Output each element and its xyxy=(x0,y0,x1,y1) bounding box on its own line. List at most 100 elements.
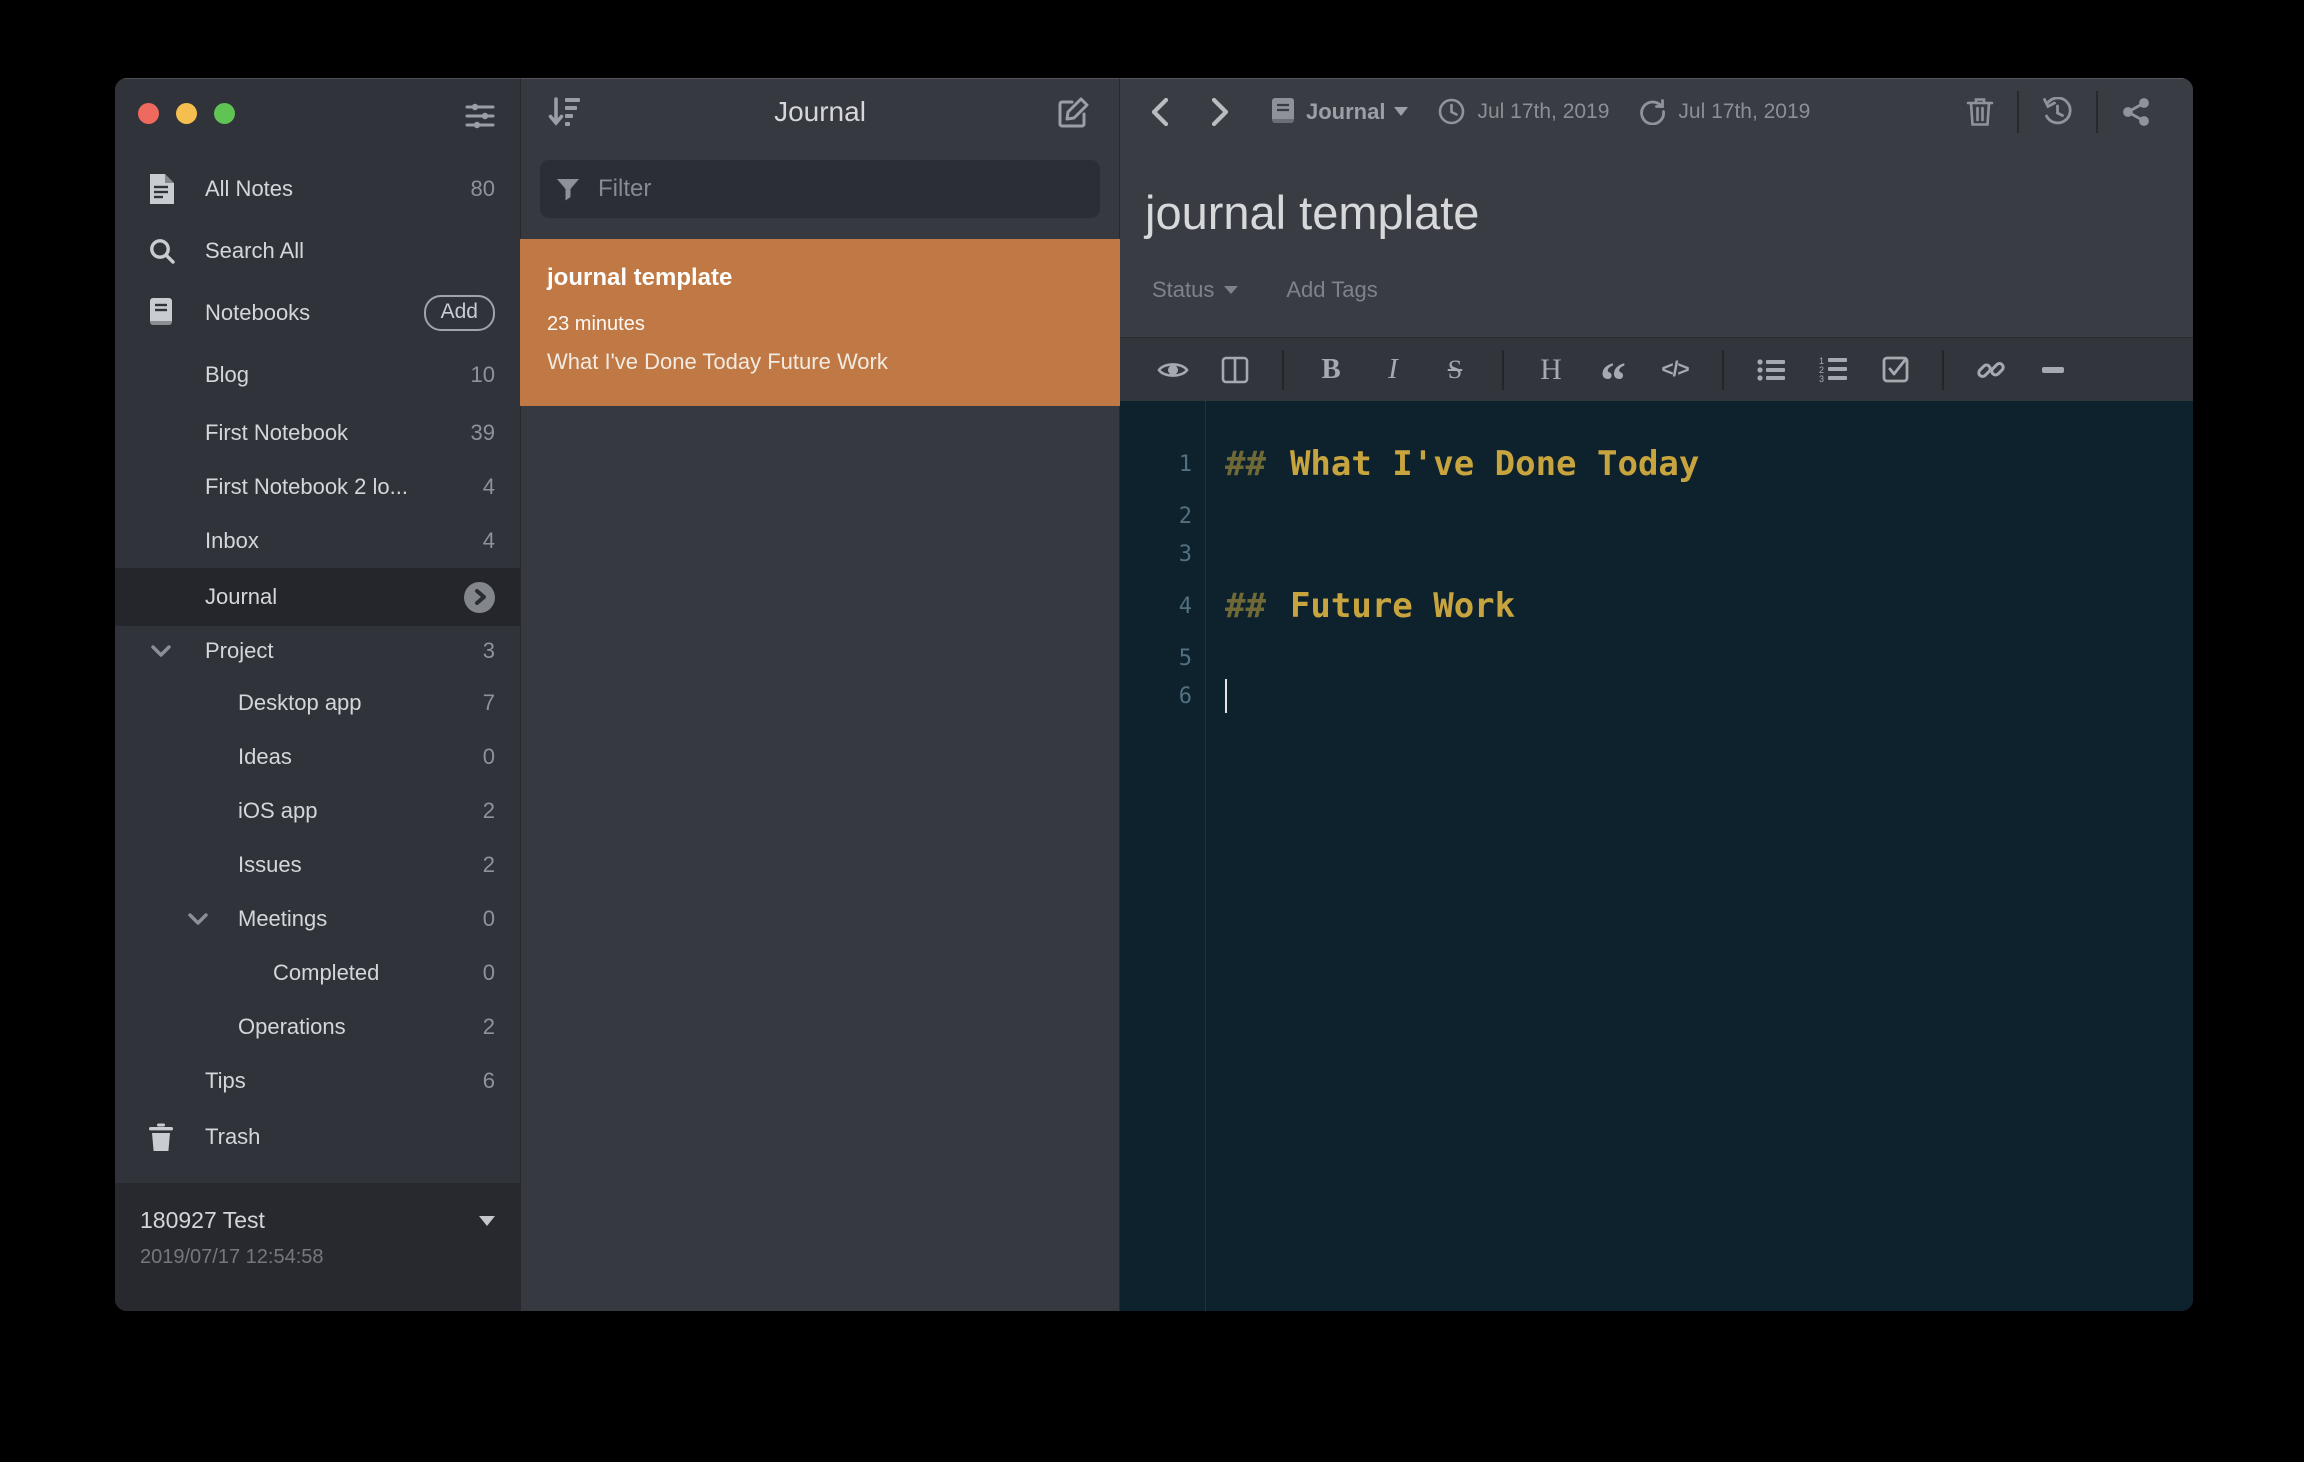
sidebar-item-label: Tips xyxy=(205,1068,246,1093)
code-icon[interactable]: </> xyxy=(1658,358,1692,382)
sidebar-item-project[interactable]: Project 3 xyxy=(115,626,520,676)
note-icon xyxy=(148,174,174,204)
sidebar-item-blog[interactable]: Blog 10 xyxy=(115,344,520,406)
editor-line[interactable]: 1 ## What I've Done Today xyxy=(1120,431,2193,497)
sidebar-item-label: Completed xyxy=(273,960,380,985)
line-number: 6 xyxy=(1178,683,1192,709)
sidebar-item-issues[interactable]: Issues 2 xyxy=(115,838,520,892)
line-number: 1 xyxy=(1178,451,1192,477)
hr-icon[interactable] xyxy=(2036,366,2070,373)
sidebar-item-count: 2 xyxy=(482,1014,495,1039)
sidebar-item-label: Meetings xyxy=(238,906,328,931)
chevron-right-icon xyxy=(464,581,495,613)
note-title-field[interactable]: journal template xyxy=(1145,185,2193,241)
back-icon[interactable] xyxy=(1150,97,1170,127)
notebook-icon xyxy=(1270,97,1296,126)
sidebar-item-label: Trash xyxy=(205,1124,261,1149)
search-icon xyxy=(148,237,176,265)
history-icon[interactable] xyxy=(2042,96,2073,127)
status-dropdown[interactable]: Status xyxy=(1152,277,1239,303)
sort-descending-icon[interactable] xyxy=(548,95,582,129)
sidebar-item-count: 0 xyxy=(482,744,495,769)
share-icon[interactable] xyxy=(2121,97,2151,127)
note-item-preview: What I've Done Today Future Work xyxy=(547,349,888,374)
compose-icon[interactable] xyxy=(1056,94,1092,130)
sidebar-item-count: 2 xyxy=(482,852,495,877)
sidebar-item-label: Notebooks xyxy=(205,300,311,325)
add-notebook-button[interactable]: Add xyxy=(423,295,495,331)
note-item-updated: 23 minutes xyxy=(547,313,645,335)
sidebar-item-label: Inbox xyxy=(205,528,259,553)
editor-line[interactable]: 2 xyxy=(1120,497,2193,535)
chevron-down-icon[interactable] xyxy=(188,912,208,926)
editor-panel: Journal Jul 17th, 2019 Jul 17th, 2019 jo… xyxy=(1120,78,2193,1311)
sidebar-settings-icon[interactable] xyxy=(464,101,496,131)
sidebar-item-operations[interactable]: Operations 2 xyxy=(115,1000,520,1054)
zoom-window-button[interactable] xyxy=(214,103,235,124)
sidebar-item-label: Issues xyxy=(238,852,302,877)
editor-line[interactable]: 3 xyxy=(1120,535,2193,573)
close-window-button[interactable] xyxy=(138,103,159,124)
sidebar-item-count: 6 xyxy=(482,1068,495,1093)
sidebar-item-label: iOS app xyxy=(238,798,318,823)
editor-line[interactable]: 5 xyxy=(1120,639,2193,677)
link-icon[interactable] xyxy=(1974,356,2008,384)
filter-input[interactable] xyxy=(596,174,1084,204)
heading-text: What I've Done Today xyxy=(1289,444,1700,484)
trash-outline-icon[interactable] xyxy=(1966,97,1994,127)
sidebar-item-count: 0 xyxy=(482,906,495,931)
sidebar-item-ios-app[interactable]: iOS app 2 xyxy=(115,784,520,838)
columns-icon[interactable] xyxy=(1218,356,1252,384)
italic-icon[interactable]: I xyxy=(1376,353,1410,386)
divider xyxy=(1282,349,1284,390)
sidebar-item-tips[interactable]: Tips 6 xyxy=(115,1054,520,1108)
notebook-selector[interactable]: Journal xyxy=(1306,99,1385,125)
blockquote-icon[interactable]: “ xyxy=(1596,355,1630,407)
account-selector[interactable]: 180927 Test xyxy=(140,1207,495,1234)
chevron-down-icon[interactable] xyxy=(151,644,171,658)
bullet-list-icon[interactable] xyxy=(1754,358,1788,382)
svg-text:3: 3 xyxy=(1819,374,1824,383)
eye-icon[interactable] xyxy=(1156,358,1190,382)
minimize-window-button[interactable] xyxy=(176,103,197,124)
sync-timestamp: 2019/07/17 12:54:58 xyxy=(140,1246,324,1268)
sidebar-item-label: First Notebook xyxy=(205,420,349,445)
sidebar-item-trash[interactable]: Trash xyxy=(115,1108,520,1166)
sidebar-item-inbox[interactable]: Inbox 4 xyxy=(115,514,520,568)
sidebar-item-count: 3 xyxy=(482,638,495,663)
divider xyxy=(1722,349,1724,390)
sidebar-item-desktop-app[interactable]: Desktop app 7 xyxy=(115,676,520,730)
sidebar-item-completed[interactable]: Completed 0 xyxy=(115,946,520,1000)
note-list-item[interactable]: journal template 23 minutes What I've Do… xyxy=(520,239,1120,406)
sidebar-item-first-notebook-2[interactable]: First Notebook 2 lo... 4 xyxy=(115,460,520,514)
account-name: 180927 Test xyxy=(140,1207,265,1233)
sidebar-item-first-notebook[interactable]: First Notebook 39 xyxy=(115,406,520,460)
checkbox-icon[interactable] xyxy=(1878,356,1912,383)
bold-icon[interactable]: B xyxy=(1314,353,1348,386)
sidebar-item-journal[interactable]: Journal xyxy=(115,568,520,626)
status-label: Status xyxy=(1152,277,1215,302)
ordered-list-icon[interactable]: 1 2 3 xyxy=(1816,357,1850,383)
strikethrough-icon[interactable]: S xyxy=(1438,355,1472,385)
updated-date: Jul 17th, 2019 xyxy=(1678,99,1811,123)
sidebar-item-ideas[interactable]: Ideas 0 xyxy=(115,730,520,784)
forward-icon[interactable] xyxy=(1210,97,1230,127)
sidebar-item-search-all[interactable]: Search All xyxy=(115,220,520,282)
clock-icon xyxy=(1438,98,1465,125)
window-controls xyxy=(138,103,235,124)
sidebar-item-label: Ideas xyxy=(238,744,292,769)
filter-bar xyxy=(540,160,1100,218)
app-window: All Notes 80 Search All Notebooks Add Bl… xyxy=(115,78,2193,1311)
sidebar-item-notebooks[interactable]: Notebooks Add xyxy=(115,282,520,344)
sidebar-item-meetings[interactable]: Meetings 0 xyxy=(115,892,520,946)
editor-line[interactable]: 4 ## Future Work xyxy=(1120,573,2193,639)
caret-down-icon xyxy=(1394,107,1409,116)
sidebar-item-all-notes[interactable]: All Notes 80 xyxy=(115,158,520,220)
heading-icon[interactable]: H xyxy=(1534,353,1568,387)
line-number: 5 xyxy=(1178,645,1192,671)
divider xyxy=(1942,349,1944,390)
sidebar-item-count: 0 xyxy=(482,960,495,985)
editor-body[interactable]: 1 ## What I've Done Today 2 3 4 ## Future … xyxy=(1120,401,2193,1311)
add-tags-field[interactable]: Add Tags xyxy=(1286,277,1377,303)
editor-line[interactable]: 6 xyxy=(1120,677,2193,715)
